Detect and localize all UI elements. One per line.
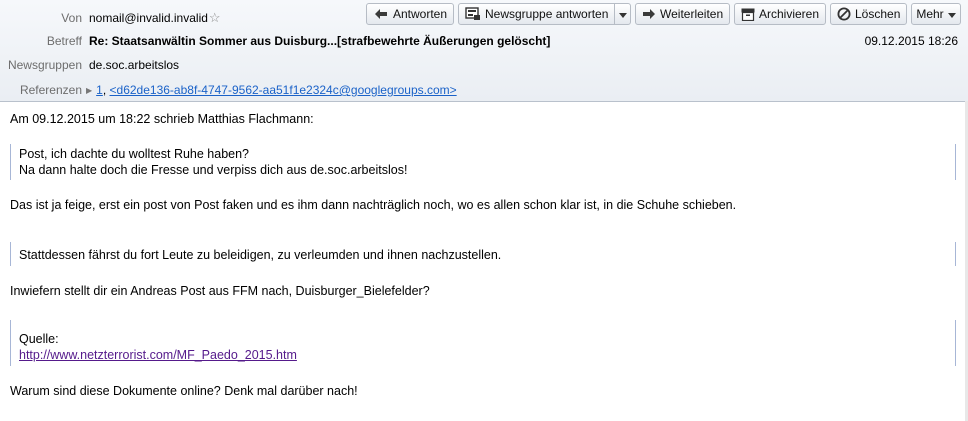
from-label: Von [61,11,82,25]
blockquote: Quelle: http://www.netzterrorist.com/MF_… [10,320,956,366]
delete-circle-icon [837,6,851,22]
reply-button[interactable]: Antworten [366,3,454,25]
reply-newsgroup-button[interactable]: Newsgruppe antworten [458,3,615,25]
chevron-down-icon [947,7,956,21]
references-value: ▶ 1, <d62de136-ab8f-4747-9562-aa51f1e2324… [86,81,457,100]
star-icon[interactable]: ☆ [209,10,221,25]
more-button-label: Mehr [916,7,944,21]
blockquote: Post, ich dachte du wolltest Ruhe haben?… [10,144,956,180]
references-row: Referenzen ▶ 1, <d62de136-ab8f-4747-9562-… [0,81,600,99]
reply-arrow-icon [373,6,389,22]
from-value[interactable]: nomail@invalid.invalid☆ [89,9,221,27]
forward-button[interactable]: Weiterleiten [635,3,730,25]
message-body: Am 09.12.2015 um 18:22 schrieb Matthias … [0,102,968,421]
expand-twisty-icon[interactable]: ▶ [86,86,92,95]
newsgroups-value[interactable]: de.soc.arbeitslos [89,56,179,74]
references-label: Referenzen [19,83,82,97]
archive-button-label: Archivieren [759,7,820,21]
subject-label: Betreff [46,34,82,48]
quote-line: Quelle: [19,332,59,346]
reply-newsgroup-label: Newsgruppe antworten [485,7,609,21]
forward-button-label: Weiterleiten [660,7,724,21]
from-address[interactable]: nomail@invalid.invalid [89,11,208,25]
paragraph: Inwiefern stellt dir ein Andreas Post au… [10,284,430,298]
source-link[interactable]: http://www.netzterrorist.com/MF_Paedo_20… [19,347,955,363]
quote-line: Post, ich dachte du wolltest Ruhe haben? [19,147,250,161]
subject-value: Re: Staatsanwältin Sommer aus Duisburg..… [89,34,551,48]
references-id-link[interactable]: <d62de136-ab8f-4747-9562-aa51f1e2324c@go… [110,83,457,97]
archive-box-icon [741,6,755,22]
forward-arrow-icon [642,6,656,22]
references-separator: , [102,83,107,97]
paragraph: Das ist ja feige, erst ein post von Post… [10,198,737,212]
newsgroups-label: Newsgruppen [7,58,82,72]
message-toolbar: Antworten Newsgruppe antworten Weiterlei… [366,3,961,27]
archive-button[interactable]: Archivieren [734,3,826,25]
message-header: Von nomail@invalid.invalid☆ Betreff Re: … [0,0,968,102]
delete-button-label: Löschen [855,7,901,21]
quote-line: Stattdessen fährst du fort Leute zu bele… [19,248,502,262]
paragraph: Warum sind diese Dokumente online? Denk … [10,384,358,398]
chevron-down-icon [618,7,627,21]
subject-row: Betreff Re: Staatsanwältin Sommer aus Du… [0,32,860,50]
reply-button-label: Antworten [392,7,447,21]
references-count-link[interactable]: 1 [96,83,103,97]
quote-attribution: Am 09.12.2015 um 18:22 schrieb Matthias … [10,112,314,126]
reply-dropdown-button[interactable] [614,3,631,25]
message-date: 09.12.2015 18:26 [864,34,958,48]
blockquote: Stattdessen fährst du fort Leute zu bele… [10,242,956,266]
more-button[interactable]: Mehr [911,3,961,25]
delete-button[interactable]: Löschen [830,3,907,25]
newsgroups-row: Newsgruppen de.soc.arbeitslos [0,56,400,74]
quote-line: Na dann halte doch die Fresse und verpis… [19,163,408,177]
newsgroup-reply-icon [465,6,481,22]
